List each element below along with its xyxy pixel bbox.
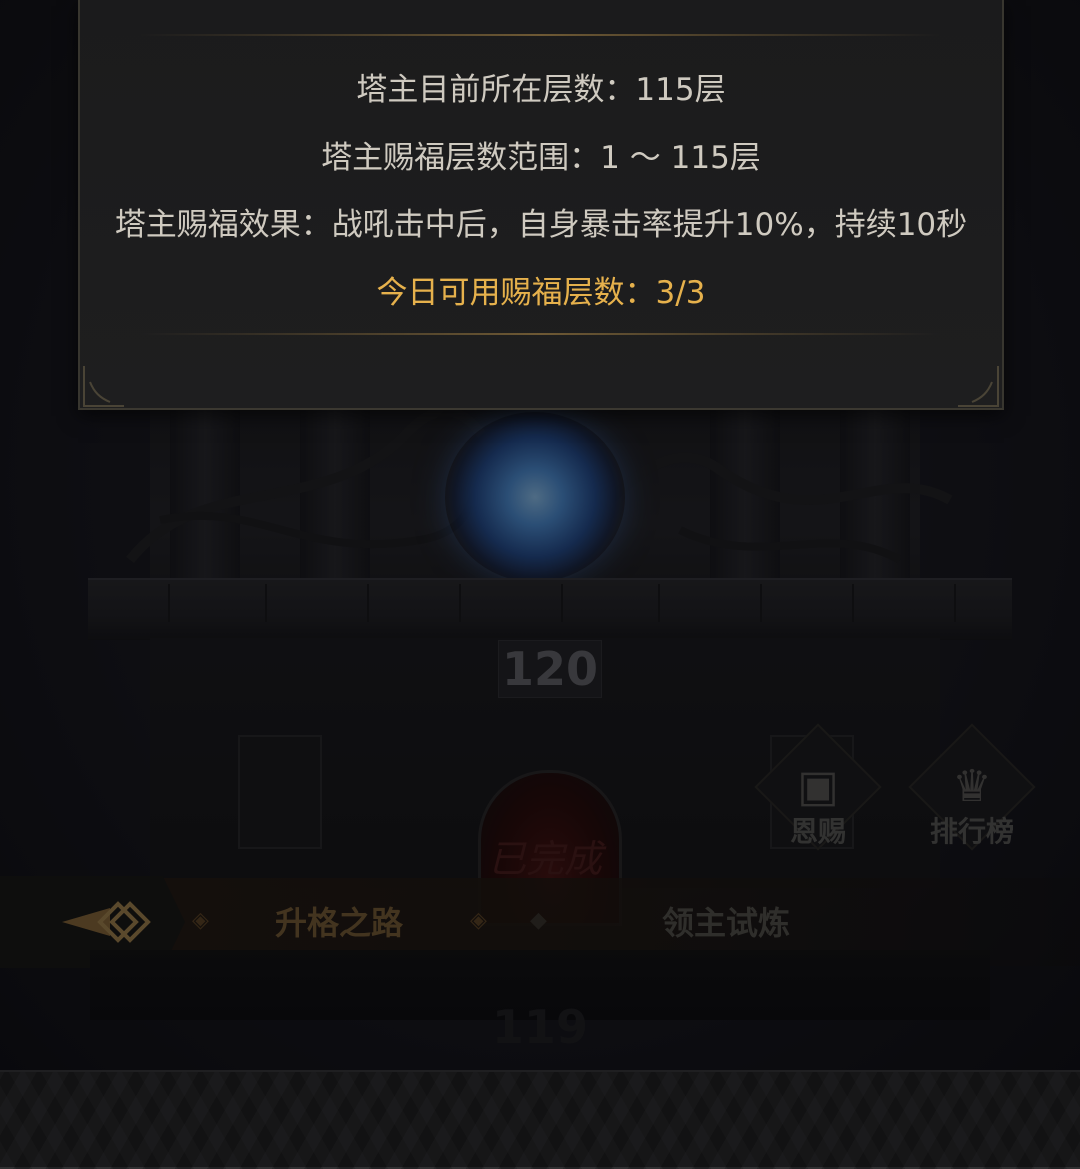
corner-ornament-icon [958, 366, 999, 407]
blessing-range-text: 塔主赐福层数范围：1 ～ 115层 [321, 140, 761, 176]
daily-blessing-count: 今日可用赐福层数：3/3 [376, 275, 706, 311]
grace-label: 恩赐 [789, 815, 846, 848]
blessing-effect-text: 塔主赐福效果：战吼击中后，自身暴击率提升10%，持续10秒 [114, 207, 968, 243]
next-floor-number: 119 [491, 1000, 589, 1054]
grace-button[interactable]: ▣ 恩赐 [754, 723, 882, 851]
current-floor-text: 塔主目前所在层数：115层 [356, 72, 726, 108]
magic-orb [445, 412, 625, 582]
current-floor-number: 120 [498, 640, 602, 698]
floor-completed-label: 已完成 [487, 837, 602, 881]
tower-window [238, 735, 322, 849]
tower-lord-blessing-dialog: 塔主目前所在层数：115层 塔主赐福层数范围：1 ～ 115层 塔主赐福效果：战… [78, 0, 1004, 410]
leaderboard-label: 排行榜 [929, 815, 1014, 848]
tab-ascension-road[interactable]: 升格之路 [275, 898, 403, 944]
separator-icon: ◆ [530, 908, 547, 933]
leaderboard-button[interactable]: ♛ 排行榜 [908, 723, 1036, 851]
tower-ledge [88, 578, 1012, 640]
tab-lord-trial[interactable]: 领主试炼 [662, 898, 790, 944]
double-diamond-arrow-icon [62, 901, 151, 943]
divider-top [140, 34, 940, 36]
corner-ornament-icon [83, 366, 124, 407]
divider-bottom [140, 333, 940, 335]
ornament-icon: ◈ [470, 908, 487, 933]
ornament-icon: ◈ [192, 908, 209, 933]
bottom-ornament-bar [0, 1070, 1080, 1169]
